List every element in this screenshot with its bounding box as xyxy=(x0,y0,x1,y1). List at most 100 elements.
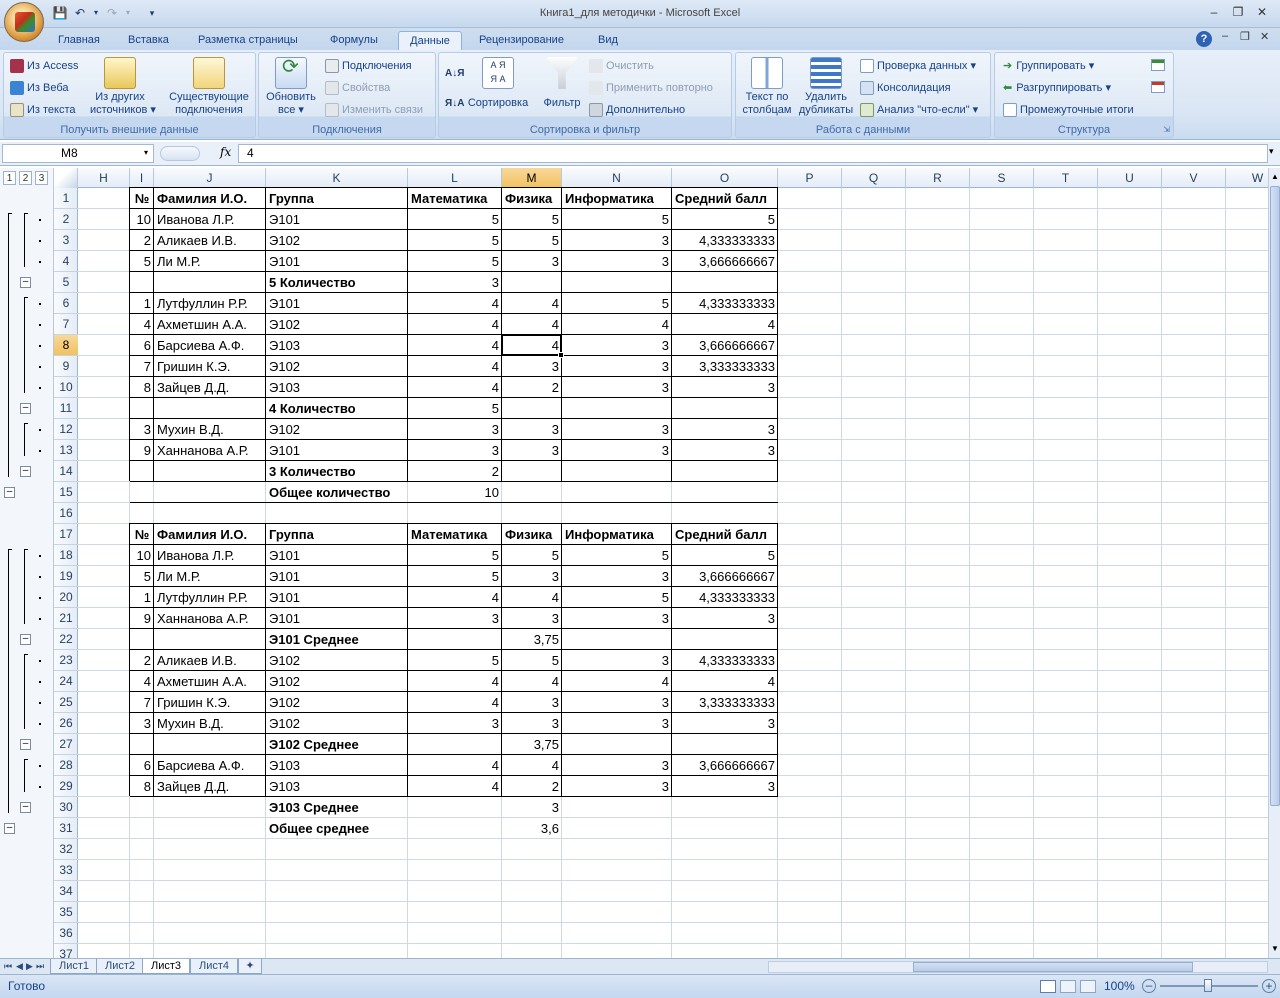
row-header[interactable]: 29 xyxy=(54,776,78,797)
table-cell[interactable]: 4 xyxy=(502,755,562,776)
table-cell[interactable]: Э102 xyxy=(266,419,408,440)
table-cell[interactable]: 2 xyxy=(408,461,502,482)
table-cell[interactable]: 4 xyxy=(562,671,672,692)
table-cell[interactable]: 5 xyxy=(408,545,502,566)
table-cell[interactable]: Общее среднее xyxy=(266,818,408,839)
show-detail-icon[interactable] xyxy=(1151,59,1165,71)
table-cell[interactable]: Э103 xyxy=(266,776,408,797)
table-cell[interactable]: 3 xyxy=(672,713,778,734)
table-cell[interactable]: 3 xyxy=(502,419,562,440)
table-cell[interactable] xyxy=(672,734,778,755)
table-cell[interactable]: Лутфуллин Р.Р. xyxy=(154,587,266,608)
table-cell[interactable]: 5 xyxy=(408,209,502,230)
table-cell[interactable]: 3,75 xyxy=(502,734,562,755)
row-header[interactable]: 31 xyxy=(54,818,78,839)
table-cell[interactable]: 3 xyxy=(408,419,502,440)
table-header-cell[interactable]: Средний балл xyxy=(672,188,778,209)
table-cell[interactable]: 3 xyxy=(408,608,502,629)
table-cell[interactable]: 4 xyxy=(130,671,154,692)
table-cell[interactable]: 5 xyxy=(562,293,672,314)
table-cell[interactable]: 5 xyxy=(502,545,562,566)
table-cell[interactable] xyxy=(562,398,672,419)
table-cell[interactable]: Ли М.Р. xyxy=(154,251,266,272)
table-cell[interactable] xyxy=(408,629,502,650)
sheet-tab-3[interactable]: Лист3 xyxy=(142,959,191,974)
table-cell[interactable]: 4 Количество xyxy=(266,398,408,419)
column-header[interactable]: J xyxy=(154,168,266,188)
table-cell[interactable]: 4 xyxy=(408,314,502,335)
table-cell[interactable]: 4 xyxy=(562,314,672,335)
tab-view[interactable]: Вид xyxy=(590,31,626,50)
table-cell[interactable] xyxy=(130,272,154,293)
table-cell[interactable] xyxy=(130,398,154,419)
save-icon[interactable]: 💾 xyxy=(52,5,68,21)
table-cell[interactable]: Э101 xyxy=(266,608,408,629)
table-cell[interactable]: 4 xyxy=(502,314,562,335)
table-cell[interactable]: 9 xyxy=(130,608,154,629)
table-cell[interactable]: 3 xyxy=(408,713,502,734)
table-cell[interactable]: Э101 xyxy=(266,293,408,314)
table-cell[interactable]: Э101 xyxy=(266,440,408,461)
row-header[interactable]: 37 xyxy=(54,944,78,958)
advanced-filter-button[interactable]: Дополнительно xyxy=(589,103,685,118)
redo-dropdown-icon[interactable]: ▾ xyxy=(120,5,136,21)
table-cell[interactable]: 3 xyxy=(562,566,672,587)
outline-collapse-button[interactable]: – xyxy=(4,487,15,498)
tab-page-layout[interactable]: Разметка страницы xyxy=(190,31,306,50)
row-header[interactable]: 12 xyxy=(54,419,78,440)
column-header[interactable]: T xyxy=(1034,168,1098,188)
outline-collapse-button[interactable]: – xyxy=(20,466,31,477)
column-header[interactable]: R xyxy=(906,168,970,188)
table-cell[interactable]: 4 xyxy=(502,671,562,692)
tab-insert[interactable]: Вставка xyxy=(120,31,177,50)
table-cell[interactable] xyxy=(672,797,778,818)
table-header-cell[interactable]: Информатика xyxy=(562,188,672,209)
tab-home[interactable]: Главная xyxy=(50,31,108,50)
remove-duplicates-button[interactable]: Удалить дубликаты xyxy=(796,57,856,117)
table-header-cell[interactable]: Математика xyxy=(408,524,502,545)
row-header[interactable]: 1 xyxy=(54,188,78,209)
table-cell[interactable]: Э102 xyxy=(266,671,408,692)
column-header[interactable]: H xyxy=(78,168,130,188)
table-cell[interactable]: 3 xyxy=(562,251,672,272)
table-header-cell[interactable]: Физика xyxy=(502,524,562,545)
column-header[interactable]: Q xyxy=(842,168,906,188)
table-cell[interactable]: 5 xyxy=(502,209,562,230)
table-cell[interactable]: Ахметшин А.А. xyxy=(154,671,266,692)
table-cell[interactable] xyxy=(408,797,502,818)
sort-button[interactable]: А ЯЯ А Сортировка xyxy=(465,57,531,110)
table-header-cell[interactable]: Фамилия И.О. xyxy=(154,524,266,545)
table-cell[interactable]: 5 xyxy=(672,209,778,230)
table-cell[interactable] xyxy=(154,272,266,293)
row-header[interactable]: 22 xyxy=(54,629,78,650)
table-cell[interactable]: 3 xyxy=(672,608,778,629)
what-if-button[interactable]: Анализ "что-если" ▾ xyxy=(860,103,978,118)
table-cell[interactable]: Э103 xyxy=(266,335,408,356)
table-cell[interactable] xyxy=(672,629,778,650)
help-icon[interactable]: ? xyxy=(1196,31,1212,47)
filter-button[interactable]: Фильтр xyxy=(539,57,585,110)
table-cell[interactable] xyxy=(562,461,672,482)
table-cell[interactable]: Э102 xyxy=(266,650,408,671)
sheet-tab-2[interactable]: Лист2 xyxy=(96,959,145,974)
table-cell[interactable]: 4 xyxy=(408,671,502,692)
table-header-cell[interactable]: Группа xyxy=(266,188,408,209)
ribbon-minimize-icon[interactable]: – xyxy=(1222,30,1228,42)
workbook-close-icon[interactable]: ✕ xyxy=(1260,30,1269,43)
table-cell[interactable]: Э102 xyxy=(266,314,408,335)
table-cell[interactable]: 3 xyxy=(672,419,778,440)
zoom-in-icon[interactable]: + xyxy=(1262,979,1276,993)
table-cell[interactable]: 9 xyxy=(130,440,154,461)
table-cell[interactable]: 4 xyxy=(408,755,502,776)
row-header[interactable]: 6 xyxy=(54,293,78,314)
table-cell[interactable] xyxy=(408,734,502,755)
prev-sheet-icon[interactable]: ◀ xyxy=(16,961,26,972)
table-cell[interactable]: 2 xyxy=(502,377,562,398)
table-cell[interactable]: Аликаев И.В. xyxy=(154,230,266,251)
column-header[interactable]: L xyxy=(408,168,502,188)
row-header[interactable]: 2 xyxy=(54,209,78,230)
table-cell[interactable]: 10 xyxy=(130,209,154,230)
row-header[interactable]: 8 xyxy=(54,335,78,356)
table-cell[interactable]: 3 xyxy=(502,251,562,272)
edit-links-button[interactable]: Изменить связи xyxy=(325,103,423,118)
